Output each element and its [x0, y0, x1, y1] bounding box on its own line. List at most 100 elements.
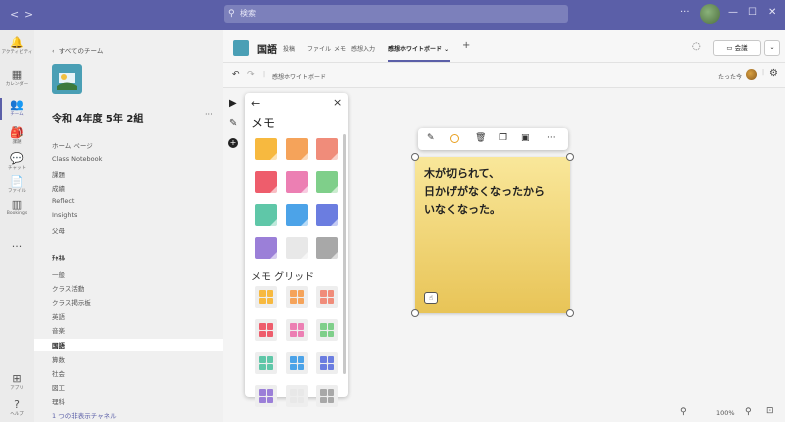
tab-notes[interactable]: メモ [334, 44, 346, 53]
grid-swatch[interactable] [316, 352, 338, 374]
tab-posts[interactable]: 投稿 [283, 44, 295, 53]
more-options-icon[interactable]: ··· [680, 7, 690, 18]
color-picker-icon[interactable] [450, 134, 459, 143]
grid-section-title: メモ グリッド [251, 272, 315, 283]
settings-gear-icon[interactable]: ⚙ [769, 68, 778, 79]
close-window-icon[interactable]: ✕ [768, 7, 776, 18]
note-swatch[interactable] [286, 171, 308, 193]
rail-activity[interactable]: 🔔 アクティビティ [0, 36, 34, 55]
grid-swatch[interactable] [255, 319, 277, 341]
channel-science[interactable]: 理科 [52, 396, 65, 406]
format-icon[interactable]: ▣ [521, 133, 530, 143]
pen-tool-icon[interactable]: ✎ [229, 118, 237, 129]
grid-swatch[interactable] [286, 352, 308, 374]
grid-swatch[interactable] [316, 286, 338, 308]
resize-handle-tr[interactable] [566, 153, 574, 161]
whiteboard-name[interactable]: 感想ホワイトボード [272, 72, 326, 81]
tab-impression-input[interactable]: 感想入力 [351, 44, 375, 53]
delete-icon[interactable]: 🗑 [475, 133, 486, 143]
user-avatar[interactable] [700, 4, 720, 24]
rail-bookings[interactable]: ▥ Bookings [0, 198, 34, 216]
channel-english[interactable]: 英語 [52, 311, 65, 321]
forward-arrow-icon[interactable]: > [24, 8, 33, 21]
meet-button[interactable]: ▭ 会議 [713, 40, 761, 56]
note-swatch[interactable] [255, 171, 277, 193]
grid-swatch[interactable] [286, 385, 308, 407]
note-swatch[interactable] [316, 204, 338, 226]
add-content-icon[interactable]: + [228, 138, 238, 148]
channel-japanese[interactable]: 国語 [52, 340, 65, 350]
team-more-icon[interactable]: ··· [205, 110, 213, 119]
copy-icon[interactable]: ❐ [499, 133, 507, 143]
grid-swatch[interactable] [255, 385, 277, 407]
select-pointer-icon[interactable]: ▶ [229, 98, 237, 109]
channel-social[interactable]: 社会 [52, 368, 65, 378]
channel-music[interactable]: 音楽 [52, 325, 65, 335]
maximize-icon[interactable]: ☐ [748, 7, 757, 18]
rail-teams[interactable]: 👥 チーム [0, 98, 34, 117]
resize-handle-br[interactable] [566, 309, 574, 317]
grid-swatch[interactable] [255, 286, 277, 308]
hidden-channels-link[interactable]: 1 つの非表示チャネル [52, 410, 117, 420]
note-swatch[interactable] [286, 138, 308, 160]
back-arrow-icon[interactable]: < [10, 8, 19, 21]
conversation-icon[interactable]: ◌ [692, 41, 701, 52]
fit-screen-icon[interactable]: ⊡ [766, 406, 774, 416]
undo-icon[interactable]: ↶ [232, 70, 240, 80]
channel-general[interactable]: 一般 [52, 269, 65, 279]
nav-assignments[interactable]: 課題 [52, 169, 65, 179]
edit-pen-icon[interactable]: ✎ [427, 133, 435, 143]
rail-more[interactable]: ··· [0, 240, 34, 253]
reaction-icon[interactable]: ☝ [424, 292, 438, 304]
grid-swatch[interactable] [286, 286, 308, 308]
rail-chat[interactable]: 💬 チャット [0, 152, 34, 171]
note-swatch[interactable] [255, 237, 277, 259]
sticky-note-text[interactable]: 木が切られて、 日かげがなくなったから いなくなった。 [424, 165, 568, 219]
zoom-out-icon[interactable]: ⚲ [680, 407, 687, 417]
resize-handle-tl[interactable] [411, 153, 419, 161]
resize-handle-bl[interactable] [411, 309, 419, 317]
note-swatch[interactable] [316, 138, 338, 160]
meet-dropdown[interactable]: ⌄ [764, 40, 780, 56]
note-swatch[interactable] [255, 138, 277, 160]
grid-swatch[interactable] [316, 385, 338, 407]
nav-insights[interactable]: Insights [52, 211, 77, 219]
tab-files[interactable]: ファイル [307, 44, 331, 53]
add-tab-button[interactable]: + [462, 40, 470, 51]
channel-class-activity[interactable]: クラス活動 [52, 283, 84, 293]
rail-files[interactable]: 📄 ファイル [0, 175, 34, 194]
search-input[interactable]: ⚲ 検索 [224, 5, 568, 23]
grid-swatch[interactable] [286, 319, 308, 341]
minimize-icon[interactable]: — [728, 7, 738, 18]
more-options-icon-2[interactable]: ··· [547, 133, 556, 143]
channel-math[interactable]: 算数 [52, 354, 65, 364]
collaborator-avatar[interactable] [746, 69, 757, 80]
rail-apps[interactable]: ⊞ アプリ [0, 372, 34, 391]
grid-swatch[interactable] [255, 352, 277, 374]
note-swatch[interactable] [286, 237, 308, 259]
note-swatch[interactable] [286, 204, 308, 226]
rail-assignments[interactable]: 🎒 課題 [0, 126, 34, 145]
nav-reflect[interactable]: Reflect [52, 197, 74, 205]
panel-back-icon[interactable]: ← [251, 97, 260, 110]
channel-class-board[interactable]: クラス掲示板 [52, 297, 91, 307]
nav-grades[interactable]: 成績 [52, 183, 65, 193]
note-swatch[interactable] [255, 204, 277, 226]
rail-help[interactable]: ? ヘルプ [0, 398, 34, 417]
zoom-in-icon[interactable]: ⚲ [745, 407, 752, 417]
nav-class-notebook[interactable]: Class Notebook [52, 155, 102, 163]
panel-close-icon[interactable]: × [333, 96, 342, 109]
grid-swatch[interactable] [316, 319, 338, 341]
panel-scrollbar[interactable] [343, 134, 346, 374]
more-apps-icon: ··· [11, 240, 23, 253]
back-to-teams-link[interactable]: ‹ すべてのチーム [52, 45, 103, 55]
channel-art[interactable]: 図工 [52, 382, 65, 392]
note-swatch[interactable] [316, 171, 338, 193]
note-swatch[interactable] [316, 237, 338, 259]
nav-home[interactable]: ホーム ページ [52, 140, 93, 150]
tab-whiteboard[interactable]: 感想ホワイトボード ⌄ [388, 44, 449, 53]
rail-calendar[interactable]: ▦ カレンダー [0, 68, 34, 87]
nav-parents[interactable]: 父母 [52, 225, 65, 235]
chat-icon: 💬 [10, 152, 24, 165]
redo-icon[interactable]: ↷ [247, 70, 255, 80]
